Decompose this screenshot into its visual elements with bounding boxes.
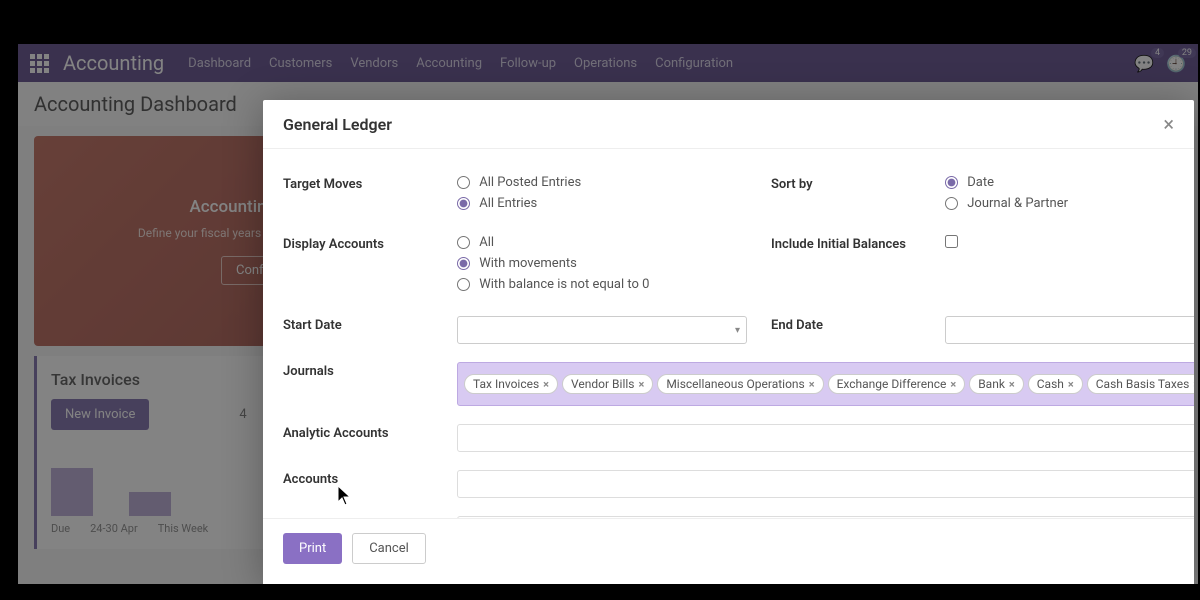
radio-label: Date — [967, 175, 994, 190]
journal-tag: Bank × — [969, 374, 1024, 394]
radio-label: All Entries — [479, 196, 537, 211]
remove-tag-icon[interactable]: × — [1193, 378, 1194, 391]
label-start-date: Start Date — [283, 316, 433, 333]
remove-tag-icon[interactable]: × — [809, 378, 815, 391]
radio-all-posted[interactable]: All Posted Entries — [457, 175, 747, 190]
journal-tag: Vendor Bills × — [562, 374, 653, 394]
tag-label: Vendor Bills — [571, 377, 634, 391]
caret-down-icon: ▾ — [735, 325, 740, 336]
journal-tag: Tax Invoices × — [464, 374, 558, 394]
tag-label: Bank — [978, 377, 1005, 391]
journal-tag: Cash Basis Taxes× — [1087, 374, 1194, 394]
radio-journal-partner[interactable]: Journal & Partner — [945, 196, 1194, 211]
target-moves-group: All Posted Entries All Entries — [457, 175, 747, 217]
label-sort-by: Sort by — [771, 175, 921, 192]
sort-by-group: Date Journal & Partner — [945, 175, 1194, 217]
general-ledger-modal: General Ledger × Target Moves All Posted… — [263, 100, 1194, 584]
remove-tag-icon[interactable]: × — [543, 378, 549, 391]
radio-with-movements[interactable]: With movements — [457, 256, 747, 271]
print-button[interactable]: Print — [283, 533, 342, 564]
radio-label: With movements — [479, 256, 577, 271]
radio-balance-not-zero[interactable]: With balance is not equal to 0 — [457, 277, 747, 292]
remove-tag-icon[interactable]: × — [1068, 378, 1074, 391]
tag-label: Cash Basis Taxes — [1096, 377, 1190, 391]
remove-tag-icon[interactable]: × — [638, 378, 644, 391]
radio-label: All — [479, 235, 494, 250]
label-journals: Journals — [283, 362, 433, 379]
radio-all-entries[interactable]: All Entries — [457, 196, 747, 211]
journals-tagbox[interactable]: Tax Invoices × Vendor Bills × Miscellaneou… — [457, 362, 1194, 406]
radio-label: All Posted Entries — [479, 175, 581, 190]
tag-label: Miscellaneous Operations — [666, 377, 804, 391]
journal-tag: Cash × — [1028, 374, 1083, 394]
accounts-input[interactable]: ▾ — [457, 470, 1194, 498]
tag-label: Tax Invoices — [473, 377, 539, 391]
end-date-input[interactable]: ▾ — [945, 316, 1194, 344]
start-date-input[interactable]: ▾ — [457, 316, 747, 344]
journal-tag: Miscellaneous Operations × — [657, 374, 823, 394]
cancel-button[interactable]: Cancel — [352, 533, 426, 564]
radio-all[interactable]: All — [457, 235, 747, 250]
label-display-accounts: Display Accounts — [283, 235, 433, 252]
label-accounts: Accounts — [283, 470, 433, 487]
analytic-accounts-input[interactable]: ▾ — [457, 424, 1194, 452]
remove-tag-icon[interactable]: × — [1009, 378, 1015, 391]
radio-label: Journal & Partner — [967, 196, 1068, 211]
tag-label: Exchange Difference — [837, 377, 947, 391]
label-include-initial: Include Initial Balances — [771, 235, 921, 252]
radio-date[interactable]: Date — [945, 175, 1194, 190]
label-target-moves: Target Moves — [283, 175, 433, 192]
close-icon[interactable]: × — [1163, 112, 1174, 136]
label-end-date: End Date — [771, 316, 921, 333]
journal-tag: Exchange Difference× — [828, 374, 966, 394]
tag-label: Cash — [1037, 377, 1064, 391]
radio-label: With balance is not equal to 0 — [479, 277, 649, 292]
modal-title: General Ledger — [283, 115, 392, 134]
label-analytic: Analytic Accounts — [283, 424, 433, 441]
display-accounts-group: All With movements With balance is not e… — [457, 235, 747, 298]
include-initial-checkbox[interactable] — [945, 235, 1194, 252]
remove-tag-icon[interactable]: × — [950, 378, 956, 391]
